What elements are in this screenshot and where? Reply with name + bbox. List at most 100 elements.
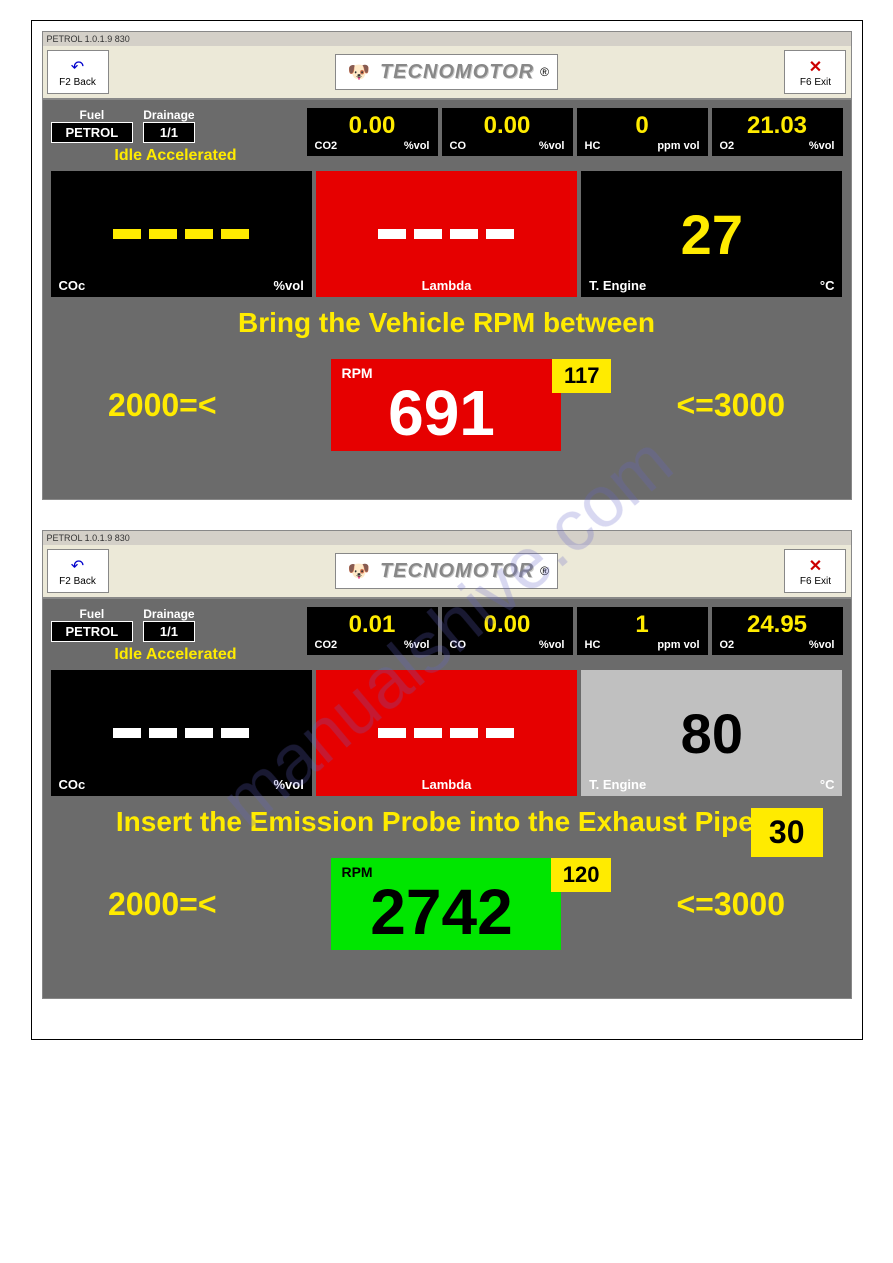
rpm-display: RPM 691 117 [331, 359, 561, 451]
engine-temp-value: 27 [589, 202, 834, 267]
lambda-panel: Lambda [316, 670, 577, 796]
back-arrow-icon: ↶ [71, 57, 84, 77]
emission-test-screen-1: PETROL 1.0.1.9 830 ↶ F2 Back 🐶 TECNOMOTO… [42, 31, 852, 500]
window-titlebar: PETROL 1.0.1.9 830 [43, 531, 851, 545]
o2-reading: 24.95 O2 %vol [712, 607, 843, 655]
hc-value: 0 [585, 112, 700, 140]
emission-test-screen-2: PETROL 1.0.1.9 830 ↶ F2 Back 🐶 TECNOMOTO… [42, 530, 852, 999]
rpm-section: 30 2000=< RPM 2742 120 <=3000 [51, 858, 843, 950]
idle-status: Idle Accelerated [51, 646, 301, 664]
drainage-value: 1/1 [143, 122, 194, 143]
co-unit: %vol [539, 639, 565, 651]
rpm-section: 2000=< RPM 691 117 <=3000 [51, 359, 843, 451]
drainage-value: 1/1 [143, 621, 194, 642]
fuel-label: Fuel [51, 108, 134, 122]
co2-value: 0.00 [315, 112, 430, 140]
engine-temp-name: T. Engine [589, 777, 646, 792]
fuel-value: PETROL [51, 621, 134, 642]
lambda-name: Lambda [422, 278, 472, 293]
registered-mark: ® [540, 564, 549, 578]
coc-panel: COc%vol [51, 171, 312, 297]
drainage-label: Drainage [143, 108, 194, 122]
back-arrow-icon: ↶ [71, 556, 84, 576]
rpm-value: 691 [341, 381, 541, 445]
o2-unit: %vol [809, 140, 835, 152]
engine-temp-name: T. Engine [589, 278, 646, 293]
o2-reading: 21.03 O2 %vol [712, 108, 843, 156]
coc-panel: COc %vol [51, 670, 312, 796]
rpm-range-low: 2000=< [108, 886, 217, 923]
co2-name: CO2 [315, 140, 338, 152]
co2-name: CO2 [315, 639, 338, 651]
co2-value: 0.01 [315, 611, 430, 639]
logo-text: TECNOMOTOR [380, 560, 534, 583]
exit-button[interactable]: ✕ F6 Exit [784, 549, 846, 593]
o2-name: O2 [720, 140, 735, 152]
hc-value: 1 [585, 611, 700, 639]
lambda-panel: Lambda [316, 171, 577, 297]
logo-text: TECNOMOTOR [380, 61, 534, 84]
co-reading: 0.00 CO%vol [442, 607, 573, 655]
exit-button-label: F6 Exit [800, 576, 831, 587]
co2-unit: %vol [404, 639, 430, 651]
engine-temp-value: 80 [589, 701, 834, 766]
brand-logo: 🐶 TECNOMOTOR ® [335, 54, 558, 90]
drainage-label: Drainage [143, 607, 194, 621]
fuel-info: Fuel PETROL [51, 108, 134, 143]
engine-temp-panel: 80 T. Engine °C [581, 670, 842, 796]
back-button-label: F2 Back [59, 576, 96, 587]
coc-name: COc [59, 777, 86, 792]
rpm-badge: 120 [551, 858, 612, 892]
rpm-range-high: <=3000 [676, 387, 785, 424]
coc-placeholder [59, 229, 304, 239]
back-button-label: F2 Back [59, 77, 96, 88]
coc-name: COc [59, 278, 86, 293]
coc-unit: %vol [273, 777, 303, 792]
exit-button[interactable]: ✕ F6 Exit [784, 50, 846, 94]
back-button[interactable]: ↶ F2 Back [47, 50, 109, 94]
coc-placeholder [59, 728, 304, 738]
countdown-timer: 30 [751, 808, 823, 857]
co2-reading: 0.01 CO2 %vol [307, 607, 438, 655]
rpm-range-low: 2000=< [108, 387, 217, 424]
engine-temp-unit: °C [820, 278, 835, 293]
o2-unit: %vol [809, 639, 835, 651]
hc-unit: ppm vol [657, 639, 699, 651]
window-titlebar: PETROL 1.0.1.9 830 [43, 32, 851, 46]
hc-reading: 1 HC ppm vol [577, 607, 708, 655]
rpm-display: RPM 2742 120 [331, 858, 561, 950]
o2-name: O2 [720, 639, 735, 651]
brand-logo: 🐶 TECNOMOTOR ® [335, 553, 558, 589]
instruction-text: Insert the Emission Probe into the Exhau… [51, 806, 843, 838]
mascot-icon: 🐶 [344, 57, 374, 87]
co-name: CO [450, 140, 467, 152]
engine-temp-panel: 27 T. Engine °C [581, 171, 842, 297]
co2-reading: 0.00 CO2 %vol [307, 108, 438, 156]
mascot-icon: 🐶 [344, 556, 374, 586]
toolbar: ↶ F2 Back 🐶 TECNOMOTOR ® ✕ F6 Exit [43, 545, 851, 599]
toolbar: ↶ F2 Back 🐶 TECNOMOTOR ® ✕ F6 Exit [43, 46, 851, 100]
lambda-placeholder [324, 728, 569, 738]
exit-button-label: F6 Exit [800, 77, 831, 88]
back-button[interactable]: ↶ F2 Back [47, 549, 109, 593]
hc-name: HC [585, 639, 601, 651]
co-reading: 0.00 CO %vol [442, 108, 573, 156]
rpm-range-high: <=3000 [676, 886, 785, 923]
fuel-info: Fuel PETROL [51, 607, 134, 642]
drainage-info: Drainage 1/1 [143, 108, 194, 143]
co2-unit: %vol [404, 140, 430, 152]
fuel-value: PETROL [51, 122, 134, 143]
co-unit: %vol [539, 140, 565, 152]
hc-name: HC [585, 140, 601, 152]
co-value: 0.00 [450, 611, 565, 639]
o2-value: 21.03 [720, 112, 835, 140]
co-value: 0.00 [450, 112, 565, 140]
close-icon: ✕ [809, 556, 822, 576]
hc-unit: ppm vol [657, 140, 699, 152]
drainage-info: Drainage 1/1 [143, 607, 194, 642]
idle-status: Idle Accelerated [51, 147, 301, 165]
rpm-badge: 117 [552, 359, 612, 393]
rpm-value: 2742 [341, 880, 541, 944]
o2-value: 24.95 [720, 611, 835, 639]
engine-temp-unit: °C [820, 777, 835, 792]
